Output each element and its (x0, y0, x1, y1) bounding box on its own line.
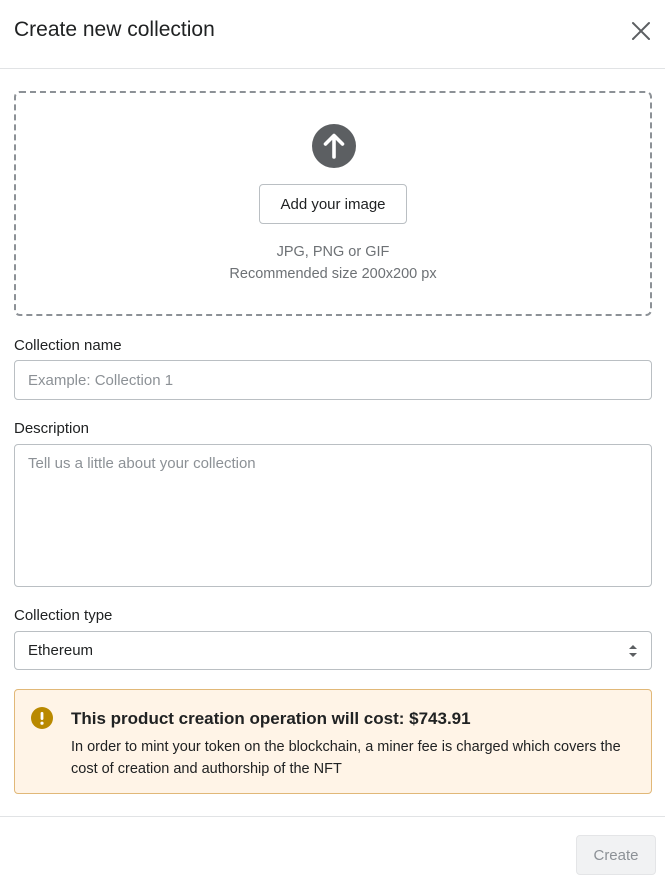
footer-divider (0, 816, 665, 817)
create-button[interactable]: Create (576, 835, 656, 875)
description-label: Description (14, 420, 90, 437)
collection-name-input[interactable] (14, 360, 652, 400)
description-textarea[interactable] (14, 444, 652, 587)
image-size-hint: Recommended size 200x200 px (229, 266, 437, 282)
add-image-button[interactable]: Add your image (259, 184, 407, 224)
file-formats-hint: JPG, PNG or GIF (276, 244, 390, 260)
image-dropzone[interactable]: Add your image JPG, PNG or GIF Recommend… (14, 91, 652, 316)
modal-title: Create new collection (14, 18, 215, 41)
select-arrows-icon (628, 643, 638, 659)
close-icon (632, 22, 650, 40)
collection-type-label: Collection type (14, 607, 113, 624)
notice-title: This product creation operation will cos… (71, 709, 471, 728)
cost-notice-banner: This product creation operation will cos… (14, 689, 652, 794)
collection-name-label: Collection name (14, 337, 122, 354)
modal-header: Create new collection (0, 0, 665, 69)
arrow-up-circle-icon (312, 124, 356, 168)
collection-type-select[interactable]: Ethereum (14, 631, 652, 670)
close-button[interactable] (627, 17, 655, 45)
warning-icon (31, 707, 53, 729)
collection-type-value: Ethereum (28, 642, 94, 659)
notice-text: In order to mint your token on the block… (71, 739, 621, 777)
